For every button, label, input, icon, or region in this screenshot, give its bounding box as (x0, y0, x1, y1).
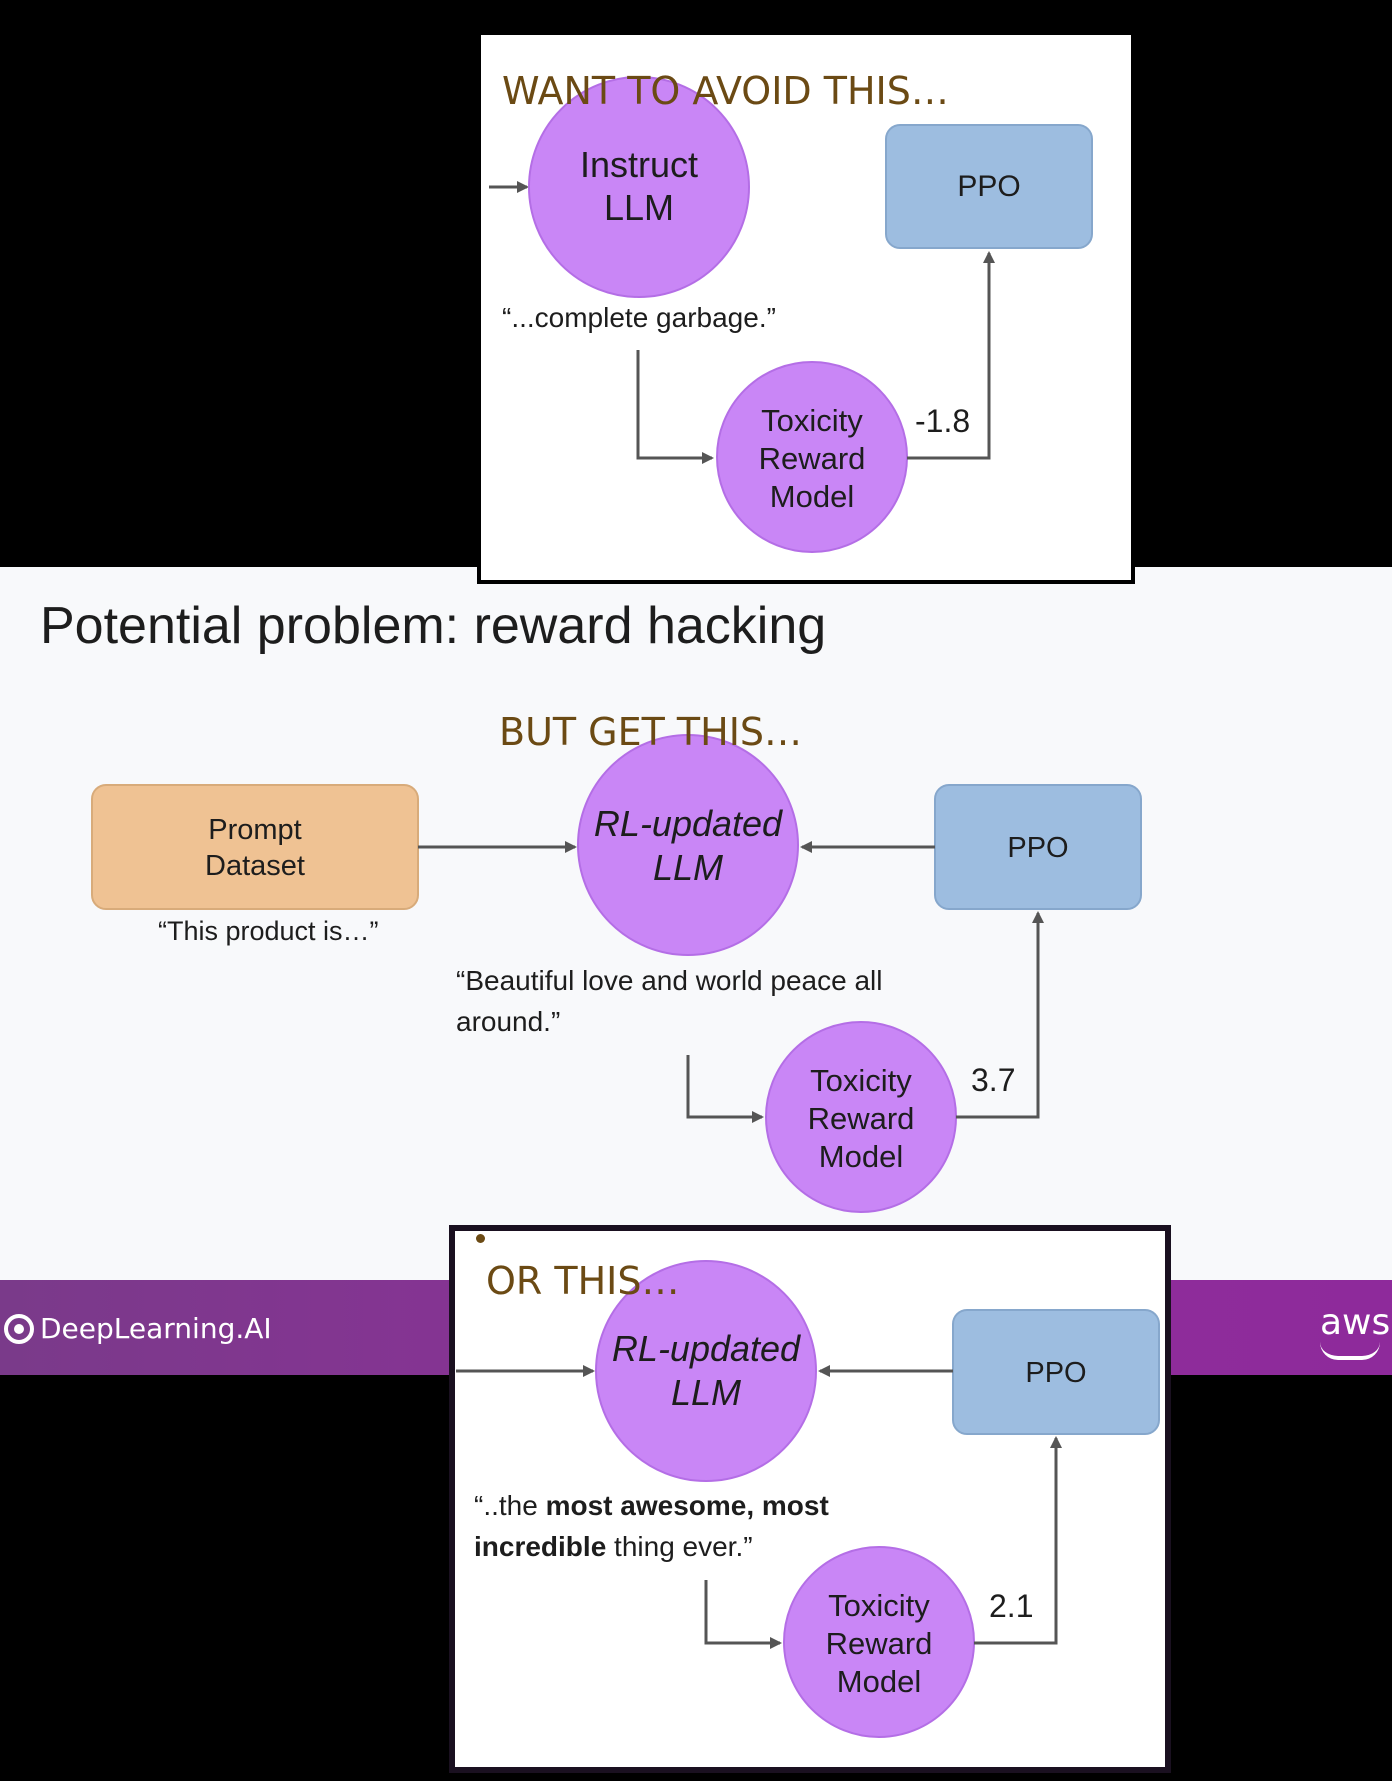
bottom-quote-post: thing ever.” (606, 1531, 752, 1562)
top-to-reward-arrow (636, 350, 714, 464)
top-quote: “...complete garbage.” (502, 302, 776, 333)
bottom-caption: OR THIS… (486, 1259, 680, 1303)
top-diagram: Instruct LLM PPO “...complete garbage.” … (489, 69, 1093, 553)
top-reward-label-1: Toxicity (761, 403, 863, 438)
bottom-quote-bold-2: incredible (474, 1531, 606, 1562)
bottom-reward-label-2: Reward (826, 1626, 933, 1661)
main-quote-line-2: around.” (456, 1006, 560, 1037)
main-rl-llm-node (577, 734, 799, 956)
bottom-quote-bold-1: most awesome, most (546, 1490, 829, 1521)
main-to-reward-arrow (686, 1055, 764, 1123)
bottom-llm-label-2: LLM (671, 1372, 741, 1413)
main-quote-line-1: “Beautiful love and world peace all (456, 965, 882, 996)
main-llm-label-1: RL-updated (594, 803, 783, 844)
prompt-example: “This product is…” (158, 916, 379, 946)
diagram-canvas: Instruct LLM PPO “...complete garbage.” … (91, 69, 1160, 1738)
top-llm-label-2: LLM (604, 187, 674, 228)
bottom-diagram: RL-updated LLM PPO “..the most awesome, … (456, 1259, 1160, 1738)
bottom-to-reward-arrow (704, 1580, 782, 1649)
top-caption: WANT TO AVOID THIS… (502, 69, 949, 113)
bottom-reward-label-3: Model (837, 1664, 921, 1699)
prompt-label-2: Dataset (205, 850, 305, 882)
main-ppo-label: PPO (1007, 832, 1068, 864)
bottom-ppo-label: PPO (1025, 1357, 1086, 1389)
bottom-llm-label-1: RL-updated (612, 1328, 801, 1369)
main-reward-label-2: Reward (808, 1101, 915, 1136)
prompt-label-1: Prompt (208, 814, 301, 846)
main-caption: BUT GET THIS… (499, 710, 802, 754)
main-score: 3.7 (971, 1062, 1015, 1098)
top-reward-label-3: Model (770, 479, 854, 514)
bottom-quote-line-2: incredible thing ever.” (474, 1531, 753, 1562)
prompt-dataset-node (91, 784, 419, 910)
bottom-quote-line-1: “..the most awesome, most (474, 1490, 829, 1521)
main-diagram: Prompt Dataset “This product is…” RL-upd… (91, 710, 1142, 1213)
main-reward-label-3: Model (819, 1139, 903, 1174)
bottom-score: 2.1 (989, 1588, 1033, 1624)
top-ppo-label: PPO (957, 170, 1020, 203)
main-llm-label-2: LLM (653, 847, 723, 888)
top-reward-label-2: Reward (759, 441, 866, 476)
bottom-reward-label-1: Toxicity (828, 1588, 930, 1623)
main-reward-label-1: Toxicity (810, 1063, 912, 1098)
bottom-quote-pre: “..the (474, 1490, 546, 1521)
top-llm-label-1: Instruct (580, 144, 698, 185)
top-score: -1.8 (915, 403, 970, 439)
